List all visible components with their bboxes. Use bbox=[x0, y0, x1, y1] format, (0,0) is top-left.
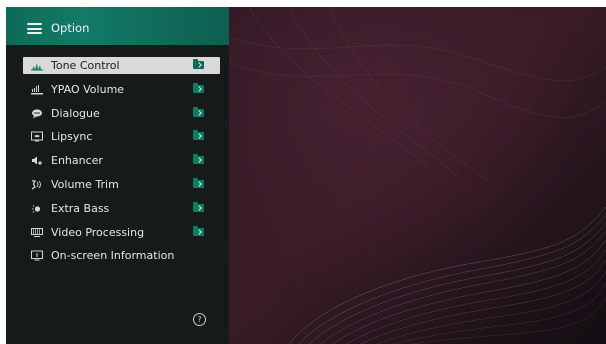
menu-item-label: Video Processing bbox=[51, 225, 145, 239]
extra-bass-icon bbox=[32, 204, 41, 213]
menu-item-label: On-screen Information bbox=[51, 249, 175, 263]
option-menu-panel: Option Tone Control YPAO Volume Dialogue… bbox=[6, 7, 229, 344]
menu-item-label: Dialogue bbox=[51, 106, 100, 120]
menu-item-label: Extra Bass bbox=[51, 201, 110, 215]
dialogue-icon bbox=[32, 108, 42, 119]
onscreen-info-icon bbox=[31, 250, 43, 261]
help-icon[interactable]: ? bbox=[193, 313, 206, 326]
volume-trim-icon bbox=[31, 180, 41, 190]
menu-item-label: Volume Trim bbox=[51, 177, 119, 191]
menu-item-label: Enhancer bbox=[51, 154, 103, 168]
tv-screen: Option Tone Control YPAO Volume Dialogue… bbox=[6, 7, 606, 344]
tone-control-icon bbox=[31, 63, 43, 71]
menu-item-onscreen-information[interactable]: On-screen Information bbox=[23, 247, 220, 264]
enhancer-icon bbox=[32, 156, 42, 166]
menu-item-label: Tone Control bbox=[51, 59, 120, 72]
menu-item-video-processing[interactable]: Video Processing bbox=[23, 224, 220, 241]
option-header: Option bbox=[6, 7, 229, 45]
folder-icon bbox=[193, 201, 204, 212]
folder-icon bbox=[193, 177, 204, 188]
hamburger-menu-icon[interactable] bbox=[27, 23, 42, 34]
video-processing-icon bbox=[31, 227, 43, 237]
menu-item-label: Lipsync bbox=[51, 130, 93, 144]
menu-item-lipsync[interactable]: Lipsync bbox=[23, 128, 220, 145]
menu-item-ypao-volume[interactable]: YPAO Volume bbox=[23, 81, 220, 98]
menu-item-label: YPAO Volume bbox=[51, 82, 125, 96]
folder-icon bbox=[193, 154, 204, 165]
menu-item-enhancer[interactable]: Enhancer bbox=[23, 152, 220, 169]
folder-icon bbox=[193, 130, 204, 141]
folder-icon bbox=[193, 106, 204, 117]
page-title: Option bbox=[51, 21, 90, 35]
folder-icon bbox=[193, 59, 204, 69]
menu-item-tone-control[interactable]: Tone Control bbox=[23, 57, 220, 74]
lipsync-icon bbox=[31, 131, 43, 142]
menu-item-volume-trim[interactable]: Volume Trim bbox=[23, 176, 220, 193]
wallpaper-background bbox=[229, 7, 606, 344]
folder-icon bbox=[193, 225, 204, 236]
menu-item-extra-bass[interactable]: Extra Bass bbox=[23, 200, 220, 217]
ypao-volume-icon bbox=[31, 84, 43, 95]
folder-icon bbox=[193, 82, 204, 93]
option-menu-list: Tone Control YPAO Volume Dialogue Lipsyn… bbox=[23, 57, 220, 271]
menu-item-dialogue[interactable]: Dialogue bbox=[23, 105, 220, 122]
